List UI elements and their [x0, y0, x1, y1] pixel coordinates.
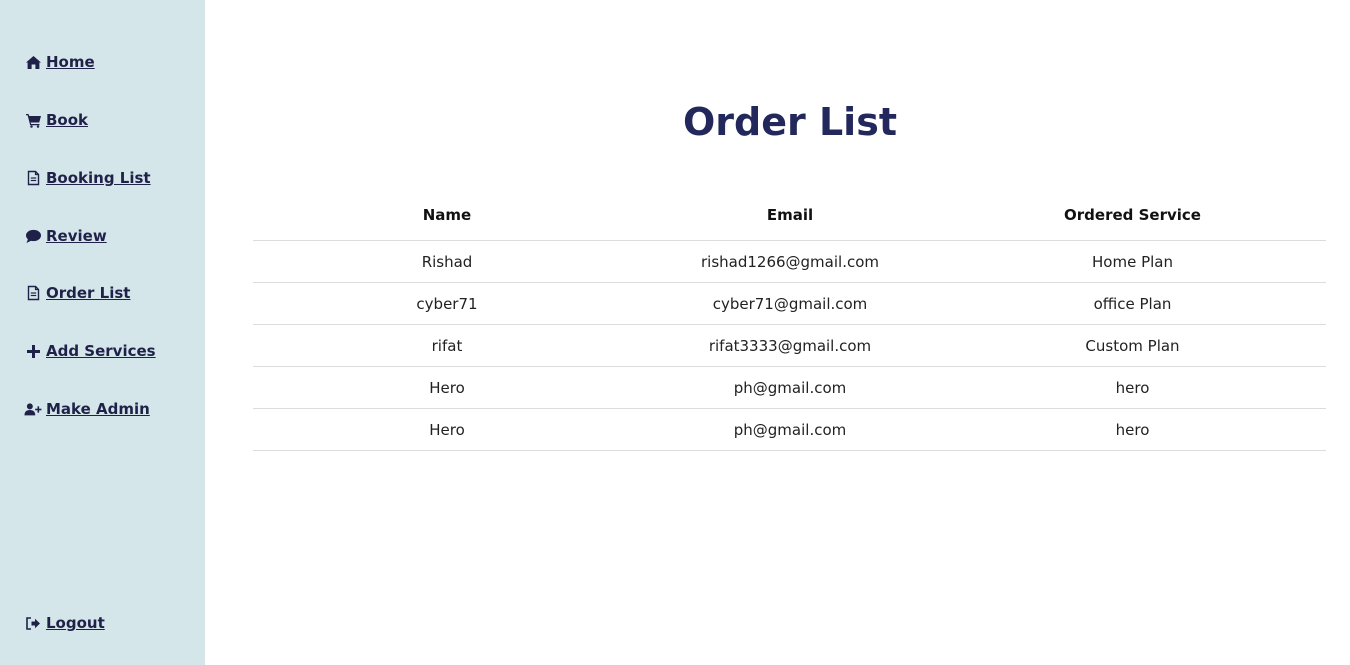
file-icon — [24, 169, 42, 187]
cell-email: ph@gmail.com — [733, 420, 847, 439]
cell-service: hero — [1115, 378, 1150, 397]
cell-name: cyber71 — [416, 294, 478, 313]
sidebar-item-label: Review — [46, 227, 107, 245]
sidebar-item-review[interactable]: Review — [24, 227, 107, 245]
cell-name: Hero — [429, 420, 465, 439]
table-header-row: Name Email Ordered Service — [253, 190, 1326, 241]
sidebar-item-label: Add Services — [46, 342, 156, 360]
sidebar-item-booking-list[interactable]: Booking List — [24, 169, 151, 187]
sidebar-item-make-admin[interactable]: Make Admin — [24, 400, 150, 418]
cell-email: rifat3333@gmail.com — [708, 336, 872, 355]
cell-service: Home Plan — [1092, 252, 1173, 271]
user-plus-icon — [24, 400, 42, 418]
sidebar: Home Book Booking List Review Order List — [0, 0, 205, 665]
cell-service: hero — [1115, 420, 1150, 439]
main-content: Order List Name Email Ordered Service Ri… — [205, 0, 1350, 665]
sidebar-item-add-services[interactable]: Add Services — [24, 342, 156, 360]
plus-icon — [24, 342, 42, 360]
home-icon — [24, 53, 42, 71]
sidebar-item-label: Make Admin — [46, 400, 150, 418]
column-header-ordered-service: Ordered Service — [1064, 206, 1201, 224]
page-title: Order List — [682, 100, 897, 144]
column-header-name: Name — [422, 206, 472, 224]
sidebar-item-label: Home — [46, 53, 95, 71]
cell-email: rishad1266@gmail.com — [700, 252, 879, 271]
table-row: Hero ph@gmail.com hero — [253, 367, 1326, 409]
table-row: Hero ph@gmail.com hero — [253, 409, 1326, 451]
app: Home Book Booking List Review Order List — [0, 0, 1350, 665]
table-row: Rishad rishad1266@gmail.com Home Plan — [253, 241, 1326, 283]
cell-email: ph@gmail.com — [733, 378, 847, 397]
file-icon — [24, 284, 42, 302]
cell-service: Custom Plan — [1085, 336, 1180, 355]
column-header-email: Email — [766, 206, 814, 224]
cell-email: cyber71@gmail.com — [712, 294, 868, 313]
sidebar-item-label: Order List — [46, 284, 131, 302]
cell-service: office Plan — [1093, 294, 1172, 313]
cart-icon — [24, 111, 42, 129]
comment-icon — [24, 227, 42, 245]
logout-label: Logout — [46, 614, 105, 632]
cell-name: rifat — [431, 336, 463, 355]
sidebar-item-label: Book — [46, 111, 89, 129]
sign-out-icon — [24, 614, 42, 632]
cell-name: Rishad — [421, 252, 473, 271]
sidebar-item-book[interactable]: Book — [24, 111, 88, 129]
logout-button[interactable]: Logout — [24, 614, 105, 632]
order-table: Name Email Ordered Service Rishad rishad… — [253, 190, 1326, 451]
cell-name: Hero — [429, 378, 465, 397]
sidebar-item-label: Booking List — [46, 169, 151, 187]
sidebar-item-home[interactable]: Home — [24, 53, 95, 71]
table-row: cyber71 cyber71@gmail.com office Plan — [253, 283, 1326, 325]
sidebar-item-order-list[interactable]: Order List — [24, 284, 130, 302]
table-row: rifat rifat3333@gmail.com Custom Plan — [253, 325, 1326, 367]
